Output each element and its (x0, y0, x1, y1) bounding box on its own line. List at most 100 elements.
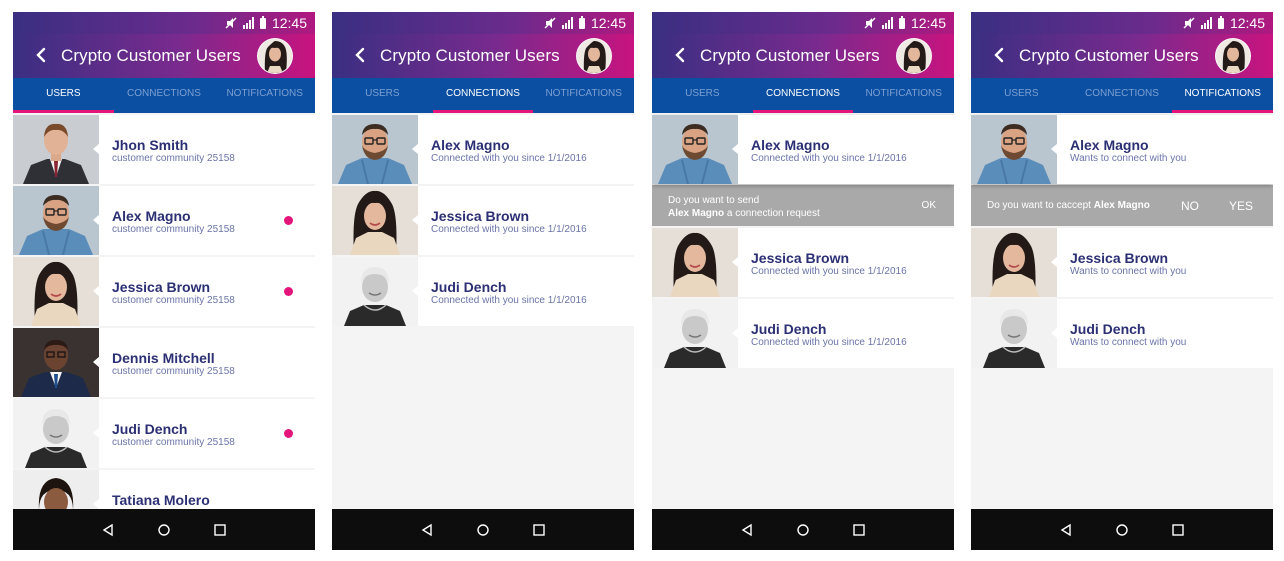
list-item[interactable]: Dennis Mitchell customer community 25158 (13, 328, 315, 397)
tab-users[interactable]: USERS (971, 78, 1072, 113)
profile-photo (332, 257, 418, 326)
nav-back-icon[interactable] (1053, 517, 1079, 543)
profile-photo (13, 115, 99, 184)
nav-home-icon[interactable] (470, 517, 496, 543)
user-avatar[interactable] (896, 38, 932, 74)
tab-connections[interactable]: CONNECTIONS (432, 78, 534, 113)
user-name: Alex Magno (431, 137, 510, 153)
user-avatar[interactable] (576, 38, 612, 74)
app-bar: Crypto Customer Users (971, 34, 1273, 78)
profile-photo (971, 299, 1057, 368)
list-item[interactable]: Jessica Brown Connected with you since 1… (652, 228, 954, 297)
status-time: 12:45 (1229, 15, 1265, 31)
battery-icon (578, 15, 585, 29)
status-bar: 12:45 (652, 12, 954, 34)
profile-photo (13, 186, 99, 255)
android-nav-bar (652, 509, 954, 550)
tab-notifications[interactable]: NOTIFICATIONS (214, 78, 315, 113)
back-arrow-icon[interactable] (31, 44, 53, 66)
nav-recents-icon[interactable] (526, 517, 552, 543)
nav-recents-icon[interactable] (207, 517, 233, 543)
user-subtitle: Wants to connect with you (1070, 337, 1187, 348)
user-name: Jessica Brown (751, 250, 850, 266)
list-item-selected[interactable]: Alex Magno Connected with you since 1/1/… (652, 115, 954, 184)
signal-icon (242, 17, 254, 29)
list-item[interactable]: Judi Dench customer community 25158 (13, 399, 315, 468)
user-subtitle: Connected with you since 1/1/2016 (431, 153, 587, 164)
mute-icon (225, 17, 237, 29)
tab-notifications[interactable]: NOTIFICATIONS (853, 78, 954, 113)
list-item-selected[interactable]: Alex Magno Wants to connect with you (971, 115, 1273, 184)
user-subtitle: Connected with you since 1/1/2016 (431, 224, 587, 235)
connection-request-prompt: Do you want to send Alex Magno a connect… (652, 185, 954, 226)
profile-photo (13, 257, 99, 326)
phone-screen-users: 12:45 Crypto Customer Users USERS CONNEC… (13, 12, 315, 550)
app-bar: Crypto Customer Users (652, 34, 954, 78)
user-list: Jhon Smith customer community 25158 Alex… (13, 115, 315, 539)
tab-users[interactable]: USERS (652, 78, 753, 113)
phone-screen-notifications: 12:45 Crypto Customer Users USERS CONNEC… (971, 12, 1273, 550)
user-subtitle: Connected with you since 1/1/2016 (431, 295, 587, 306)
tab-users[interactable]: USERS (13, 78, 114, 113)
nav-back-icon[interactable] (734, 517, 760, 543)
back-arrow-icon[interactable] (989, 44, 1011, 66)
nav-home-icon[interactable] (151, 517, 177, 543)
android-nav-bar (332, 509, 634, 550)
tab-bar: USERS CONNECTIONS NOTIFICATIONS (13, 78, 315, 113)
list-item[interactable]: Judi Dench Connected with you since 1/1/… (652, 299, 954, 368)
user-name: Tatiana Molero (112, 492, 210, 508)
nav-home-icon[interactable] (1109, 517, 1135, 543)
app-title: Crypto Customer Users (1019, 46, 1199, 65)
battery-icon (898, 15, 905, 29)
android-nav-bar (13, 509, 315, 550)
nav-home-icon[interactable] (790, 517, 816, 543)
user-name: Jessica Brown (431, 208, 530, 224)
ok-button[interactable]: OK (922, 200, 936, 211)
tab-connections[interactable]: CONNECTIONS (752, 78, 854, 113)
profile-photo (652, 115, 738, 184)
user-avatar[interactable] (1215, 38, 1251, 74)
user-name: Alex Magno (751, 137, 830, 153)
status-time: 12:45 (271, 15, 307, 31)
nav-back-icon[interactable] (95, 517, 121, 543)
yes-button[interactable]: YES (1229, 199, 1253, 213)
profile-photo (652, 299, 738, 368)
list-item[interactable]: Jessica Brown Connected with you since 1… (332, 186, 634, 255)
no-button[interactable]: NO (1181, 199, 1199, 213)
list-item[interactable]: Judi Dench Wants to connect with you (971, 299, 1273, 368)
nav-recents-icon[interactable] (846, 517, 872, 543)
nav-back-icon[interactable] (414, 517, 440, 543)
tab-connections[interactable]: CONNECTIONS (114, 78, 215, 113)
list-item[interactable]: Jessica Brown customer community 25158 (13, 257, 315, 326)
mute-icon (544, 17, 556, 29)
notification-list: Alex Magno Wants to connect with you Do … (971, 115, 1273, 509)
prompt-text: Do you want to caccept (987, 200, 1091, 211)
list-item[interactable]: Jhon Smith customer community 25158 (13, 115, 315, 184)
prompt-line2: a connection request (726, 208, 820, 219)
status-bar: 12:45 (13, 12, 315, 34)
list-item[interactable]: Alex Magno Connected with you since 1/1/… (332, 115, 634, 184)
tab-notifications[interactable]: NOTIFICATIONS (533, 78, 634, 113)
user-name: Jessica Brown (112, 279, 211, 295)
list-item[interactable]: Judi Dench Connected with you since 1/1/… (332, 257, 634, 326)
app-title: Crypto Customer Users (380, 46, 560, 65)
user-name: Jessica Brown (1070, 250, 1169, 266)
nav-recents-icon[interactable] (1165, 517, 1191, 543)
list-item[interactable]: Alex Magno customer community 25158 (13, 186, 315, 255)
mute-icon (864, 17, 876, 29)
android-nav-bar (971, 509, 1273, 550)
list-item[interactable]: Jessica Brown Wants to connect with you (971, 228, 1273, 297)
prompt-name: Alex Magno (1093, 200, 1150, 211)
user-subtitle: customer community 25158 (112, 437, 235, 448)
user-avatar[interactable] (257, 38, 293, 74)
prompt-line1: Do you want to send (668, 195, 760, 206)
tab-connections[interactable]: CONNECTIONS (1072, 78, 1173, 113)
back-arrow-icon[interactable] (670, 44, 692, 66)
status-time: 12:45 (590, 15, 626, 31)
tab-users[interactable]: USERS (332, 78, 433, 113)
back-arrow-icon[interactable] (350, 44, 372, 66)
profile-photo (13, 328, 99, 397)
user-subtitle: Wants to connect with you (1070, 266, 1187, 277)
tab-notifications[interactable]: NOTIFICATIONS (1172, 78, 1273, 113)
status-bar: 12:45 (332, 12, 634, 34)
